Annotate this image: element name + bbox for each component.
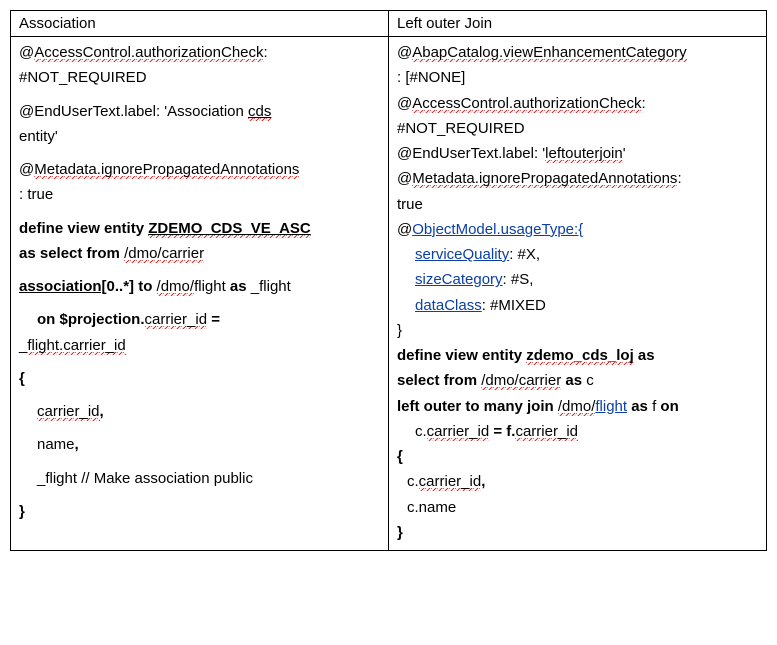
t: ObjectModel.usageType:{ — [412, 221, 583, 238]
comparison-table: Association Left outer Join @AccessContr… — [10, 10, 767, 551]
t: carrier_id — [37, 403, 100, 421]
t: _flight // Make association public — [37, 470, 253, 487]
t: : #MIXED — [482, 297, 546, 314]
t: serviceQuality — [415, 246, 509, 263]
code-association: @AccessControl.authorizationCheck: #NOT_… — [19, 41, 380, 523]
t: as — [561, 372, 582, 389]
t: /dmo/carrier — [124, 245, 204, 263]
t: : #S, — [503, 271, 534, 288]
t: dataClass — [415, 297, 482, 314]
t: = f. — [489, 423, 515, 440]
t: @EndUserText.label: 'Association — [19, 103, 248, 120]
t: define view entity — [397, 347, 526, 364]
t: as — [226, 278, 247, 295]
t: } — [19, 503, 25, 520]
t: carrier_id — [145, 311, 208, 329]
t: @ — [397, 44, 412, 61]
t: : — [264, 44, 268, 61]
t: as select from — [19, 245, 124, 262]
t: /dmo/carrier — [481, 372, 561, 390]
t: : true — [19, 186, 53, 203]
t: define view entity — [19, 220, 148, 237]
t: flight — [595, 398, 627, 415]
t: { — [397, 448, 403, 465]
t: #NOT_REQUIRED — [19, 69, 147, 86]
t: c. — [407, 473, 419, 490]
t: as — [627, 398, 648, 415]
t: on — [660, 398, 678, 415]
t: /dmo/ — [558, 398, 596, 416]
t: } — [397, 322, 402, 339]
t: on $projection. — [37, 311, 145, 328]
t: : [#NONE] — [397, 69, 465, 86]
t: , — [75, 436, 79, 453]
t: entity' — [19, 128, 58, 145]
t: AccessControl.authorizationCheck — [34, 44, 263, 62]
t: { — [19, 370, 25, 387]
t: flight.carrier_id — [27, 337, 125, 355]
t: , — [100, 403, 104, 420]
t: select from — [397, 372, 481, 389]
t: , — [481, 473, 485, 490]
t: @ — [397, 95, 412, 112]
t: c — [582, 372, 594, 389]
t: } — [397, 524, 403, 541]
cell-left-outer-join: @AbapCatalog.viewEnhancementCategory : [… — [389, 37, 767, 551]
t: carrier_id — [515, 423, 578, 441]
t: ' — [623, 145, 626, 162]
t: : #X, — [509, 246, 540, 263]
t: _flight — [247, 278, 291, 295]
t: @ — [397, 170, 412, 187]
t: left outer to many join — [397, 398, 558, 415]
t: zdemo_cds_loj — [526, 347, 634, 365]
t: /dmo/ — [157, 278, 195, 296]
t: cds — [248, 103, 271, 121]
t: leftouterjoin — [545, 145, 623, 163]
t: sizeCategory — [415, 271, 503, 288]
t: f — [648, 398, 661, 415]
t: #NOT_REQUIRED — [397, 120, 525, 137]
t: @ — [19, 161, 34, 178]
t: Metadata.ignorePropagatedAnnotations — [412, 170, 677, 188]
t: AbapCatalog.viewEnhancementCategory — [412, 44, 686, 62]
header-left-outer-join: Left outer Join — [389, 11, 767, 37]
t: flight — [194, 278, 226, 295]
t: : — [642, 95, 646, 112]
t: ZDEMO_CDS_VE_ASC — [148, 220, 311, 238]
header-association: Association — [11, 11, 389, 37]
t: carrier_id — [419, 473, 482, 491]
t: c.name — [407, 499, 456, 516]
t: @EndUserText.label: ' — [397, 145, 545, 162]
t: association[ — [19, 278, 107, 295]
code-left-outer-join: @AbapCatalog.viewEnhancementCategory : [… — [397, 41, 758, 544]
t: as — [634, 347, 655, 364]
t: = — [207, 311, 220, 328]
t: @ — [19, 44, 34, 61]
t: : — [677, 170, 681, 187]
t: true — [397, 196, 423, 213]
t: Metadata.ignorePropagatedAnnotations — [34, 161, 299, 179]
cell-association: @AccessControl.authorizationCheck: #NOT_… — [11, 37, 389, 551]
t: carrier_id — [427, 423, 490, 441]
t: c. — [415, 423, 427, 440]
t: name — [37, 436, 75, 453]
t: AccessControl.authorizationCheck — [412, 95, 641, 113]
t: 0..*] to — [107, 278, 157, 295]
t: @ — [397, 221, 412, 238]
